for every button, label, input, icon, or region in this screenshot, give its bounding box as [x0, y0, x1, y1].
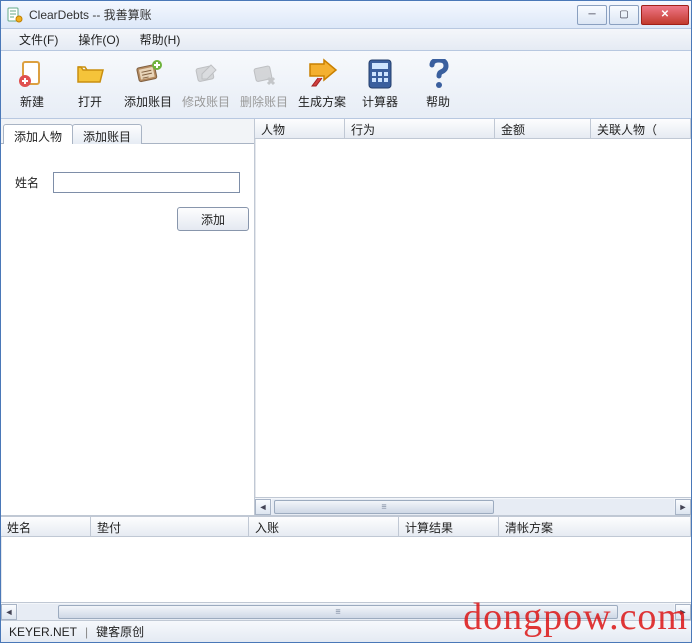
- tool-add-entry[interactable]: 添加账目: [120, 54, 176, 115]
- edit-entry-icon: [189, 57, 223, 91]
- tool-edit-entry-label: 修改账目: [182, 93, 230, 110]
- bcol-advance[interactable]: 垫付: [91, 517, 249, 536]
- tool-new-label: 新建: [20, 93, 44, 110]
- new-file-icon: [15, 57, 49, 91]
- tool-add-entry-label: 添加账目: [124, 93, 172, 110]
- menubar: 文件(F) 操作(O) 帮助(H): [1, 29, 691, 51]
- tool-open-label: 打开: [78, 93, 102, 110]
- status-site: KEYER.NET: [9, 625, 77, 639]
- generate-plan-icon: [305, 57, 339, 91]
- statusbar: KEYER.NET | 键客原创: [1, 620, 691, 642]
- menu-file[interactable]: 文件(F): [9, 28, 68, 51]
- delete-entry-icon: [247, 57, 281, 91]
- tool-edit-entry: 修改账目: [178, 54, 234, 115]
- tab-add-entry[interactable]: 添加账目: [72, 124, 142, 144]
- status-credit: 键客原创: [96, 623, 144, 640]
- scroll-thumb[interactable]: [58, 605, 618, 619]
- scroll-right-icon[interactable]: ►: [675, 604, 691, 620]
- content-area: 添加人物 添加账目 姓名 添加 人物 行为 金额 关联人物（ ◄: [1, 119, 691, 516]
- maximize-button[interactable]: ▢: [609, 5, 639, 25]
- col-amount[interactable]: 金额: [495, 119, 591, 138]
- help-icon: [421, 57, 455, 91]
- tab-strip: 添加人物 添加账目: [1, 119, 254, 143]
- toolbar: 新建 打开: [1, 51, 691, 119]
- name-label: 姓名: [15, 174, 53, 191]
- bcol-result[interactable]: 计算结果: [399, 517, 499, 536]
- window-title: ClearDebts -- 我善算账: [29, 6, 152, 23]
- scroll-track[interactable]: [18, 604, 674, 620]
- col-action[interactable]: 行为: [345, 119, 495, 138]
- add-entry-icon: [131, 57, 165, 91]
- tool-help[interactable]: 帮助: [410, 54, 466, 115]
- tool-open[interactable]: 打开: [62, 54, 118, 115]
- tool-help-label: 帮助: [426, 93, 450, 110]
- col-related[interactable]: 关联人物（: [591, 119, 691, 138]
- tool-generate-plan-label: 生成方案: [298, 93, 346, 110]
- tool-delete-entry: 删除账目: [236, 54, 292, 115]
- tab-add-person[interactable]: 添加人物: [3, 124, 73, 144]
- right-grid-header: 人物 行为 金额 关联人物（: [255, 119, 691, 139]
- add-button[interactable]: 添加: [177, 207, 249, 231]
- bcol-income[interactable]: 入账: [249, 517, 399, 536]
- scroll-left-icon[interactable]: ◄: [255, 499, 271, 515]
- tab-body: 姓名 添加: [1, 143, 254, 515]
- bottom-grid-header: 姓名 垫付 入账 计算结果 清帐方案: [1, 517, 691, 537]
- close-button[interactable]: ✕: [641, 5, 689, 25]
- tool-calculator-label: 计算器: [362, 93, 398, 110]
- bcol-plan[interactable]: 清帐方案: [499, 517, 691, 536]
- open-folder-icon: [73, 57, 107, 91]
- right-pane: 人物 行为 金额 关联人物（ ◄ ►: [255, 119, 691, 515]
- scroll-track[interactable]: [272, 499, 674, 515]
- right-grid-body[interactable]: [255, 139, 691, 497]
- app-window: ClearDebts -- 我善算账 ─ ▢ ✕ 文件(F) 操作(O) 帮助(…: [0, 0, 692, 643]
- bottom-grid: 姓名 垫付 入账 计算结果 清帐方案 ◄ ►: [1, 516, 691, 620]
- name-input[interactable]: [53, 172, 240, 193]
- menu-help[interactable]: 帮助(H): [130, 28, 191, 51]
- tool-calculator[interactable]: 计算器: [352, 54, 408, 115]
- tool-delete-entry-label: 删除账目: [240, 93, 288, 110]
- menu-operate[interactable]: 操作(O): [68, 28, 129, 51]
- status-separator: |: [85, 625, 88, 639]
- left-pane: 添加人物 添加账目 姓名 添加: [1, 119, 255, 515]
- tool-new[interactable]: 新建: [4, 54, 60, 115]
- scroll-thumb[interactable]: [274, 500, 494, 514]
- bcol-name[interactable]: 姓名: [1, 517, 91, 536]
- scroll-left-icon[interactable]: ◄: [1, 604, 17, 620]
- right-scrollbar[interactable]: ◄ ►: [255, 497, 691, 515]
- bottom-grid-body[interactable]: [1, 537, 691, 602]
- minimize-button[interactable]: ─: [577, 5, 607, 25]
- calculator-icon: [363, 57, 397, 91]
- name-row: 姓名: [15, 172, 240, 193]
- window-controls: ─ ▢ ✕: [577, 5, 691, 25]
- col-person[interactable]: 人物: [255, 119, 345, 138]
- tool-generate-plan[interactable]: 生成方案: [294, 54, 350, 115]
- bottom-scrollbar[interactable]: ◄ ►: [1, 602, 691, 620]
- titlebar: ClearDebts -- 我善算账 ─ ▢ ✕: [1, 1, 691, 29]
- scroll-right-icon[interactable]: ►: [675, 499, 691, 515]
- app-icon: [7, 7, 23, 23]
